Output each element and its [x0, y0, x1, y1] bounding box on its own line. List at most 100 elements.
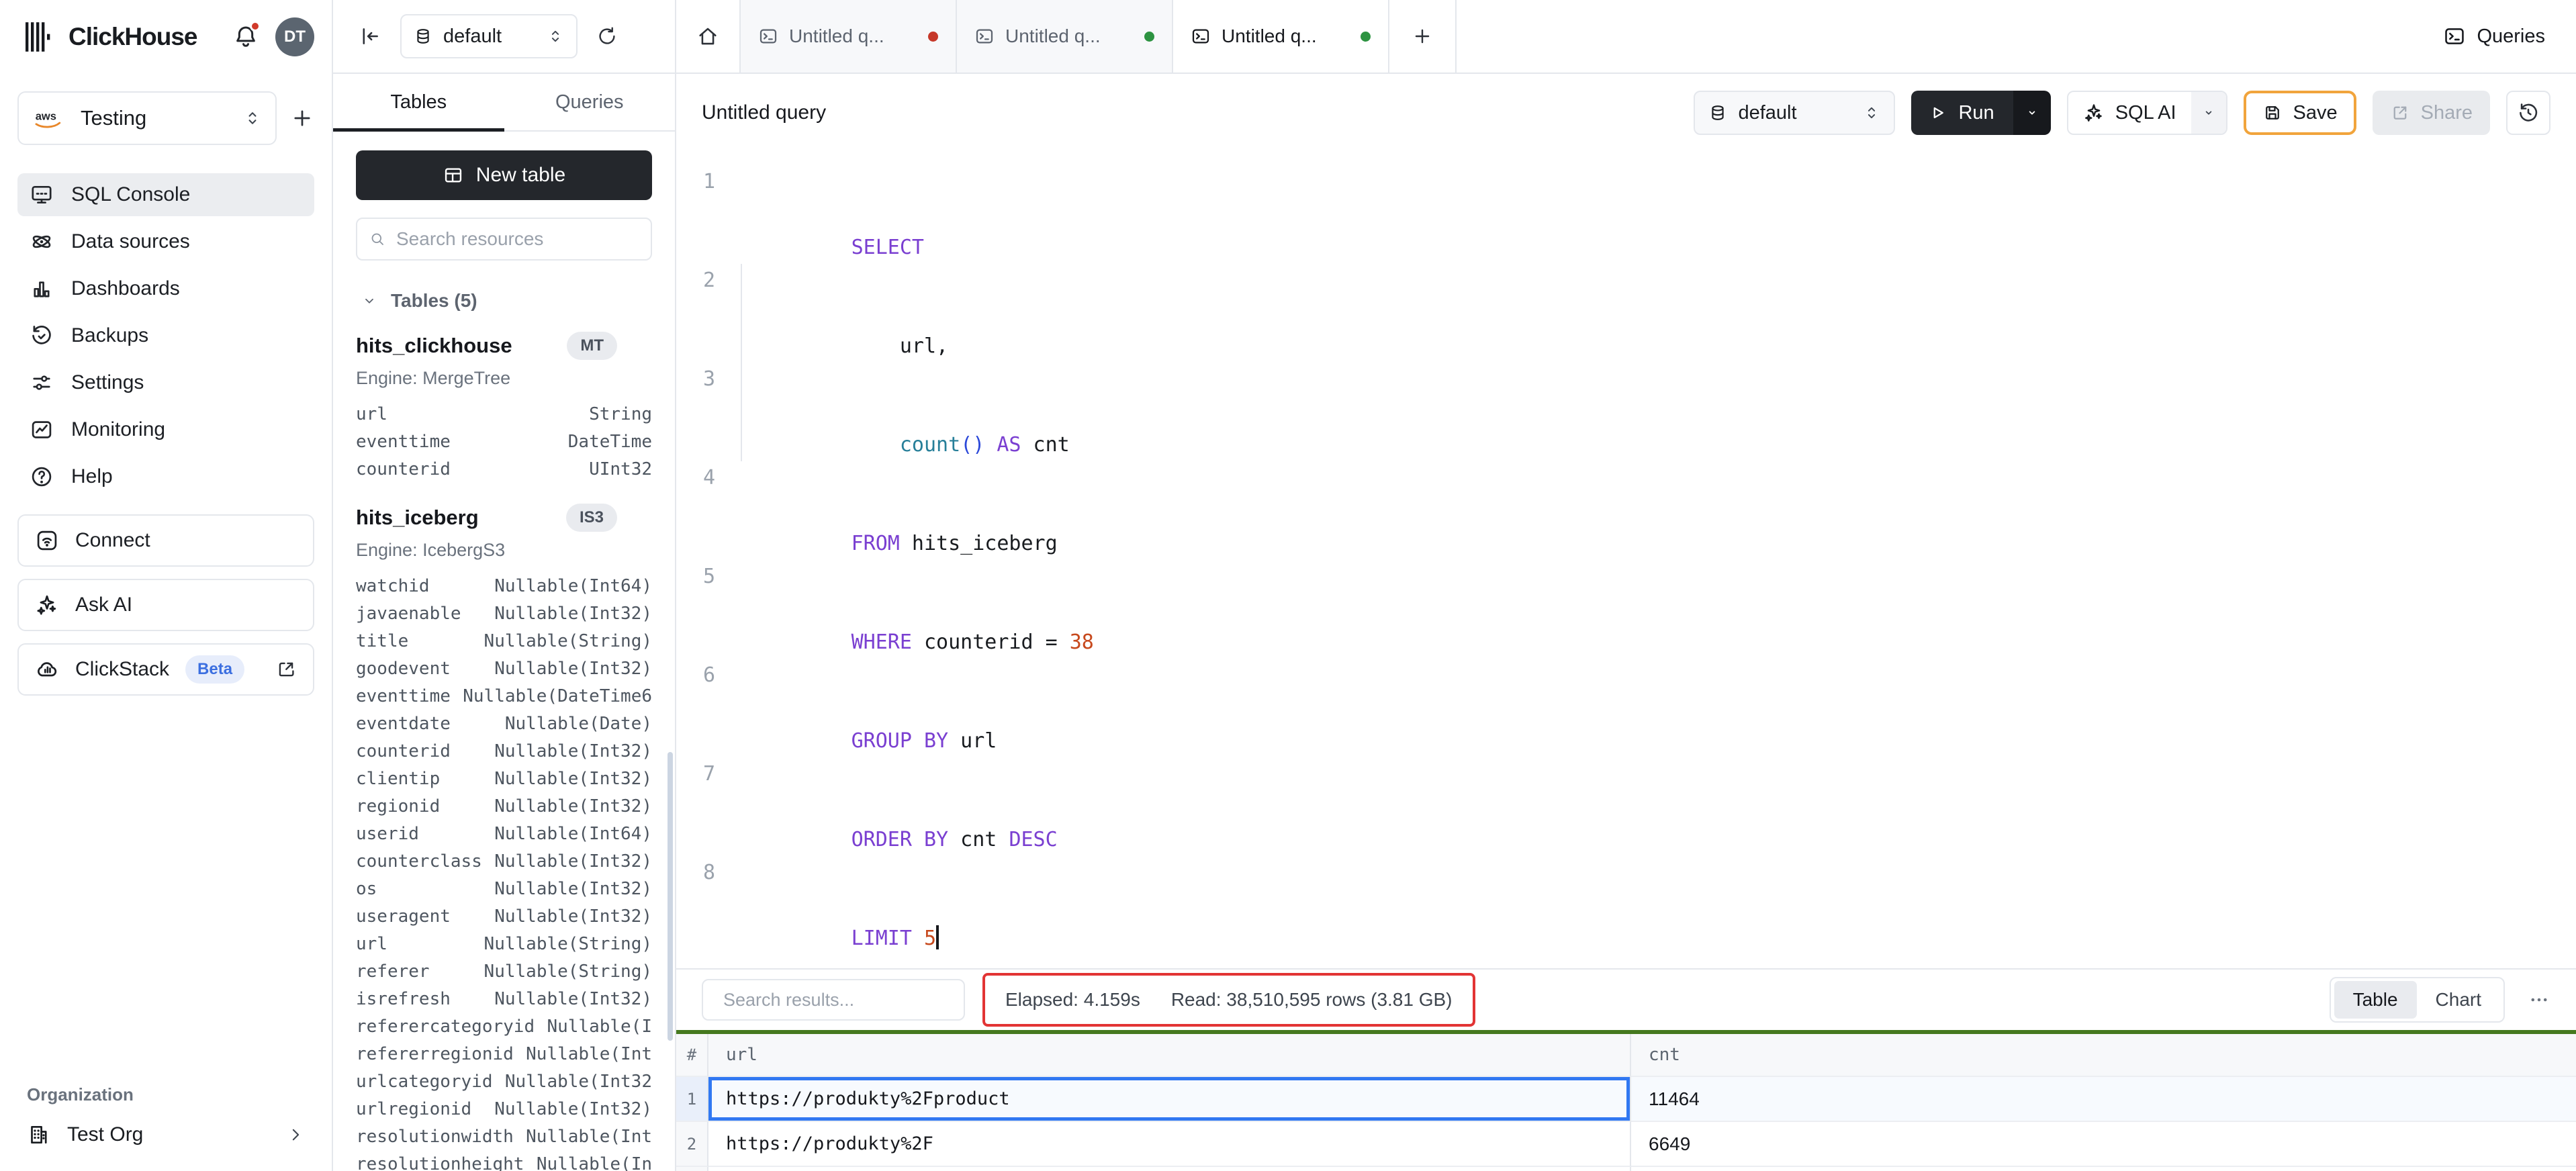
cnt-cell[interactable]: 5764: [1631, 1167, 2576, 1171]
collapse-sidebar-button[interactable]: [359, 25, 381, 48]
refresh-button[interactable]: [596, 26, 618, 47]
column-row: refererregionid Nullable(Int: [356, 1041, 652, 1068]
column-row: javaenable Nullable(Int32): [356, 600, 652, 628]
database-selector-value: default: [443, 26, 502, 48]
header-url[interactable]: url: [708, 1034, 1631, 1077]
cnt-cell[interactable]: 6649: [1631, 1122, 2576, 1167]
run-options-button[interactable]: [2013, 91, 2051, 135]
clickhouse-console-app: ClickHouse DT: [0, 0, 2576, 1171]
code-line: 1 SELECT: [682, 165, 2576, 264]
column-type: Nullable(String): [484, 958, 652, 986]
sidebar-item-dashboards[interactable]: Dashboards: [17, 267, 314, 310]
column-type: Nullable(String): [484, 628, 652, 655]
query-tab[interactable]: Untitled q...: [1173, 0, 1389, 73]
column-row: eventdate Nullable(Date): [356, 710, 652, 738]
table-entry[interactable]: hits_clickhouse MT Engine: MergeTree url…: [356, 332, 652, 483]
view-toggle-label: Table: [2353, 989, 2398, 1011]
connect-button[interactable]: Connect: [17, 514, 314, 567]
sidebar-item-settings[interactable]: Settings: [17, 361, 314, 404]
result-row[interactable]: 3 https://produkty/kurortmag 5764: [676, 1167, 2576, 1171]
add-service-button[interactable]: [290, 106, 314, 130]
column-row: urlregionid Nullable(Int32): [356, 1096, 652, 1123]
database-selector[interactable]: default: [400, 14, 578, 58]
ellipsis-icon: [2528, 988, 2550, 1011]
column-name: counterid: [356, 456, 451, 483]
tables-panel-tab[interactable]: Tables: [333, 74, 504, 130]
result-row[interactable]: 2 https://produkty%2F 6649: [676, 1122, 2576, 1167]
query-tab[interactable]: Untitled q...: [741, 0, 957, 73]
chevron-down-icon: [2201, 105, 2217, 121]
url-cell[interactable]: https://produkty/kurortmag: [708, 1167, 1631, 1171]
notifications-button[interactable]: [232, 24, 259, 50]
ask-ai-button[interactable]: Ask AI: [17, 579, 314, 631]
result-row[interactable]: 1 https://produkty%2Fproduct 11464: [676, 1077, 2576, 1122]
ask-ai-button-label: Ask AI: [75, 594, 132, 616]
sidebar-actions: Connect Ask AI ClickStack Beta: [17, 514, 314, 696]
new-table-button[interactable]: New table: [356, 150, 652, 200]
query-history-button[interactable]: [2506, 91, 2550, 135]
column-row: userid Nullable(Int64): [356, 821, 652, 848]
sql-ai-options-button[interactable]: [2191, 92, 2226, 134]
sidebar-item-sql-console[interactable]: SQL Console: [17, 173, 314, 216]
run-button-label: Run: [1958, 102, 1994, 124]
editor-database-selector[interactable]: default: [1694, 91, 1895, 135]
history-clock-icon: [2517, 101, 2540, 124]
cnt-cell[interactable]: 11464: [1631, 1077, 2576, 1122]
tables-panel-tab[interactable]: Queries: [504, 74, 676, 130]
queries-button[interactable]: Queries: [2412, 0, 2576, 73]
organization-selector[interactable]: Test Org: [17, 1123, 314, 1147]
line-number: 3: [682, 363, 715, 461]
clickstack-button[interactable]: ClickStack Beta: [17, 643, 314, 696]
url-cell[interactable]: https://produkty%2F: [708, 1122, 1631, 1167]
column-type: Nullable(Int32): [494, 765, 652, 793]
query-title[interactable]: Untitled query: [702, 101, 826, 124]
line-number: 4: [682, 461, 715, 560]
sidebar-item-monitoring[interactable]: Monitoring: [17, 408, 314, 451]
table-engine: Engine: IcebergS3: [356, 540, 652, 561]
table-entry[interactable]: hits_iceberg IS3 Engine: IcebergS3 watch…: [356, 504, 652, 1171]
sidebar-item-backups[interactable]: Backups: [17, 314, 314, 357]
column-type: Nullable(Int32): [494, 986, 652, 1013]
results-search-input[interactable]: [723, 990, 961, 1011]
chevron-updown-icon: [547, 28, 564, 45]
url-cell[interactable]: https://produkty%2Fproduct: [708, 1077, 1631, 1122]
sql-ai-button[interactable]: SQL AI: [2068, 92, 2191, 134]
column-name: eventdate: [356, 710, 451, 738]
view-toggle-segment[interactable]: Table: [2334, 981, 2417, 1019]
new-tab-button[interactable]: [1389, 0, 1457, 73]
sql-editor[interactable]: 1 SELECT 2 url, 3 co: [676, 152, 2576, 968]
share-button[interactable]: Share: [2373, 91, 2490, 135]
home-button[interactable]: [676, 0, 741, 73]
results-menu-button[interactable]: [2528, 988, 2550, 1011]
query-tab[interactable]: Untitled q...: [957, 0, 1173, 73]
resource-search-input[interactable]: [396, 228, 639, 250]
avatar[interactable]: DT: [275, 17, 314, 56]
sidebar-item-data-sources[interactable]: Data sources: [17, 220, 314, 263]
column-name: userid: [356, 821, 419, 848]
code-line: 8 LIMIT 5: [682, 856, 2576, 955]
chevron-updown-icon: [1863, 104, 1880, 122]
code-text: url,: [730, 264, 948, 363]
save-button[interactable]: Save: [2244, 91, 2356, 135]
sidebar-item-label: Help: [71, 465, 113, 488]
terminal-icon: [758, 26, 778, 46]
column-name: isrefresh: [356, 986, 451, 1013]
column-name: urlregionid: [356, 1096, 471, 1123]
service-selector[interactable]: aws Testing: [17, 91, 277, 145]
column-name: url: [356, 401, 387, 428]
view-toggle-segment[interactable]: Chart: [2417, 981, 2500, 1019]
help-circle-icon: [30, 465, 54, 489]
sidebar-item-help[interactable]: Help: [17, 455, 314, 498]
column-name: javaenable: [356, 600, 461, 628]
brand-name: ClickHouse: [68, 23, 197, 51]
column-name: title: [356, 628, 408, 655]
line-number: 8: [682, 856, 715, 955]
header-cnt[interactable]: cnt: [1631, 1034, 2576, 1077]
home-icon: [696, 25, 719, 48]
run-button[interactable]: Run: [1911, 91, 2013, 135]
panel-scrollbar[interactable]: [668, 752, 673, 1041]
svg-text:aws: aws: [36, 109, 56, 122]
column-name: eventtime: [356, 428, 451, 456]
sidebar-item-label: Data sources: [71, 230, 190, 253]
tables-group-header[interactable]: Tables (5): [356, 290, 652, 312]
